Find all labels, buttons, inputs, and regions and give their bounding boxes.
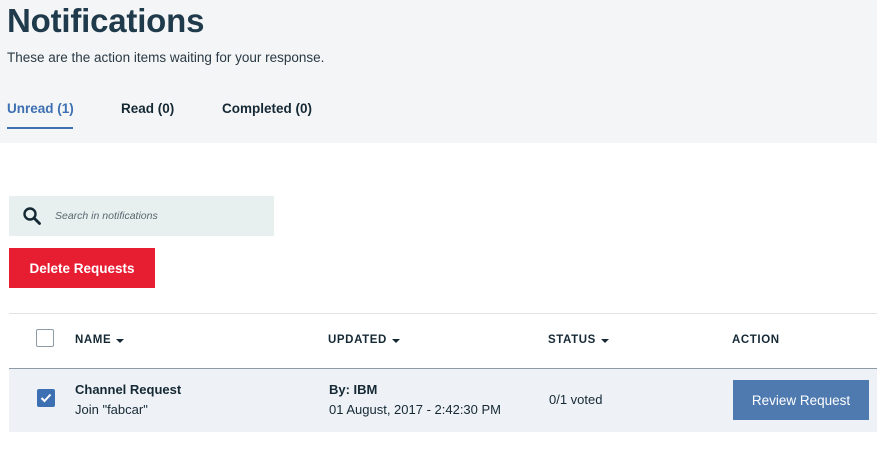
review-request-button[interactable]: Review Request <box>733 380 869 420</box>
column-header-label: STATUS <box>548 334 596 346</box>
column-header-name[interactable]: NAME <box>75 334 125 346</box>
column-header-label: UPDATED <box>328 334 387 346</box>
status-text: 0/1 voted <box>549 392 603 407</box>
table-row: Channel Request Join "fabcar" By: IBM 01… <box>9 369 877 432</box>
row-checkbox[interactable] <box>37 389 55 407</box>
column-header-label: ACTION <box>732 334 780 346</box>
page-header: Notifications These are the action items… <box>0 0 877 143</box>
active-tab-indicator <box>7 127 73 129</box>
sort-caret-icon <box>600 338 609 343</box>
page-subtitle: These are the action items waiting for y… <box>7 50 325 65</box>
column-header-label: NAME <box>75 334 112 346</box>
request-description: Join "fabcar" <box>75 402 148 417</box>
updated-by: By: IBM <box>329 382 378 397</box>
column-header-action: ACTION <box>732 334 780 346</box>
column-header-updated[interactable]: UPDATED <box>328 334 400 346</box>
table-header: NAME UPDATED STATUS ACTION <box>9 313 877 369</box>
notifications-table: NAME UPDATED STATUS ACTION Channel Reque… <box>9 313 877 432</box>
search-input[interactable] <box>55 210 265 222</box>
sort-caret-icon <box>116 338 125 343</box>
column-header-status[interactable]: STATUS <box>548 334 609 346</box>
delete-requests-button[interactable]: Delete Requests <box>9 248 155 288</box>
search-box[interactable] <box>9 196 274 236</box>
request-name: Channel Request <box>75 382 182 397</box>
checkmark-icon <box>40 393 52 403</box>
tab-completed[interactable]: Completed (0) <box>222 101 312 116</box>
page-title: Notifications <box>7 2 205 39</box>
tab-read[interactable]: Read (0) <box>121 101 174 116</box>
search-icon <box>22 206 42 226</box>
sort-caret-icon <box>391 338 400 343</box>
updated-timestamp: 01 August, 2017 - 2:42:30 PM <box>329 402 502 417</box>
select-all-checkbox[interactable] <box>36 329 54 347</box>
tab-unread[interactable]: Unread (1) <box>7 101 74 116</box>
